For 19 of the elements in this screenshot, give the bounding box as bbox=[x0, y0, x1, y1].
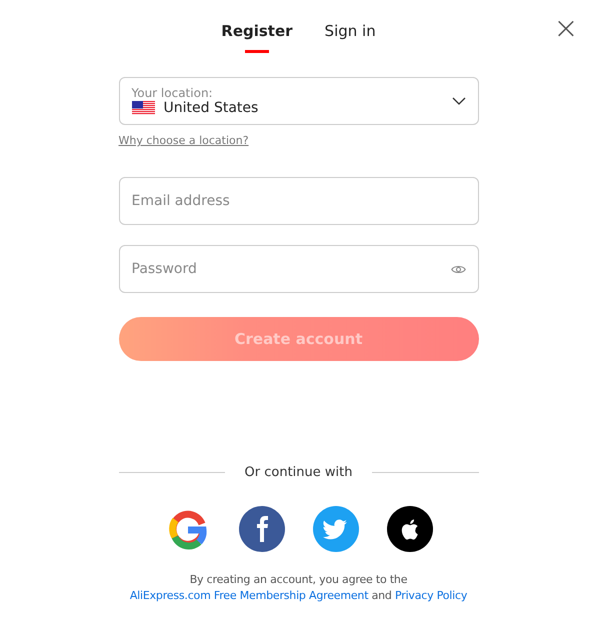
facebook-icon[interactable] bbox=[238, 506, 284, 552]
location-select[interactable]: Your location: United States bbox=[118, 77, 478, 125]
location-help-link[interactable]: Why choose a location? bbox=[118, 134, 249, 147]
tab[interactable]: Sign in bbox=[324, 19, 376, 53]
close-button[interactable]: × bbox=[553, 14, 579, 44]
legal-text: By creating an account, you agree to the AliExpress.com Free Membership Agreement and Privacy Policy bbox=[128, 572, 468, 604]
tab[interactable]: Register bbox=[221, 19, 293, 53]
apple-icon[interactable] bbox=[386, 506, 432, 552]
chevron-down-icon bbox=[452, 97, 466, 105]
email-field[interactable]: Email address bbox=[118, 177, 478, 225]
location-value: United States bbox=[164, 100, 258, 116]
eye-icon[interactable] bbox=[450, 264, 466, 275]
privacy-policy-link[interactable]: Privacy Policy bbox=[395, 589, 468, 602]
field-label: Your location: bbox=[132, 86, 214, 100]
password-field[interactable]: Password bbox=[118, 245, 478, 293]
membership-agreement-link[interactable]: AliExpress.com Free Membership Agreement bbox=[130, 589, 368, 602]
flag-icon bbox=[132, 101, 154, 115]
twitter-icon[interactable] bbox=[312, 506, 358, 552]
divider-text: Or continue with bbox=[244, 465, 352, 480]
